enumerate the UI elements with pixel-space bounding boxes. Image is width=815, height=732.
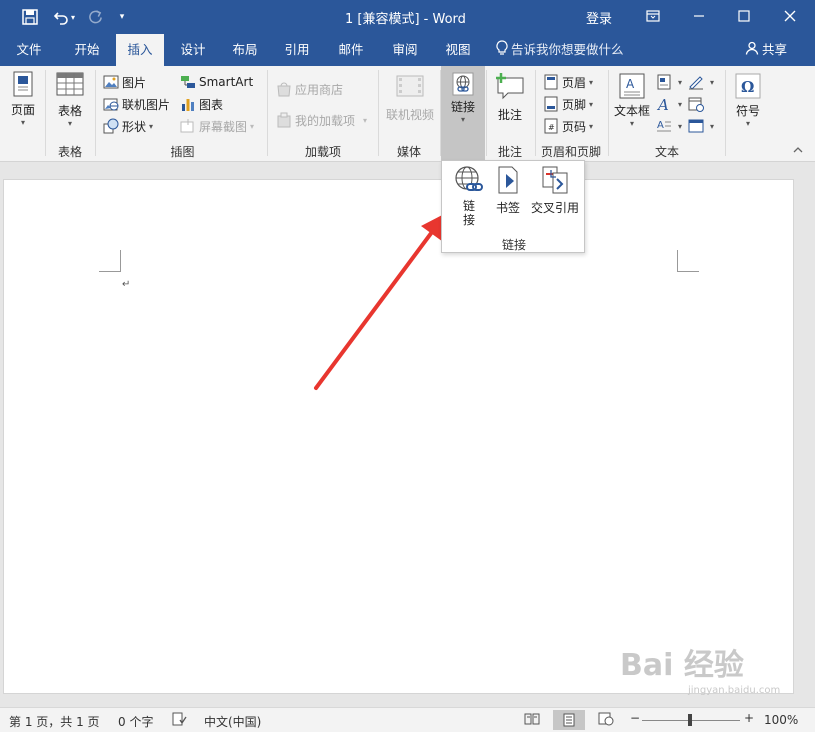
cross-reference-label: 交叉引用 [530, 201, 579, 215]
page-count[interactable]: 第 1 页，共 1 页 [9, 713, 100, 730]
links-dropdown: 链 接 书签 交叉引用 链接 [441, 160, 585, 253]
dropdown-link-button[interactable]: 链 接 [448, 165, 490, 227]
bookmark-button[interactable]: 书签 [490, 165, 526, 216]
bookmark-icon [496, 165, 520, 195]
baidu-watermark: Bai 经验 [620, 648, 744, 683]
zoom-out-button[interactable]: − [630, 711, 640, 725]
language-indicator[interactable]: 中文(中国) [204, 713, 261, 730]
bookmark-label: 书签 [495, 201, 520, 215]
zoom-slider-thumb[interactable] [688, 714, 692, 726]
dropdown-link-label: 链 接 [462, 199, 475, 227]
zoom-in-button[interactable]: + [744, 711, 754, 725]
baidu-watermark-url: jingyan.baidu.com [688, 685, 781, 696]
cross-reference-button[interactable]: 交叉引用 [528, 165, 582, 216]
web-layout-icon[interactable] [598, 712, 614, 729]
proofing-icon[interactable] [172, 712, 187, 729]
annotation-arrow [314, 212, 448, 390]
hyperlink-icon [453, 165, 485, 195]
links-dropdown-group-label: 链接 [501, 238, 526, 252]
status-bar: 第 1 页，共 1 页 0 个字 中文(中国) − + 100% [0, 707, 815, 732]
cross-reference-icon [540, 165, 570, 195]
zoom-level[interactable]: 100% [764, 713, 798, 727]
word-count[interactable]: 0 个字 [118, 713, 153, 730]
print-layout-icon[interactable] [553, 710, 585, 730]
read-mode-icon[interactable] [524, 712, 540, 729]
